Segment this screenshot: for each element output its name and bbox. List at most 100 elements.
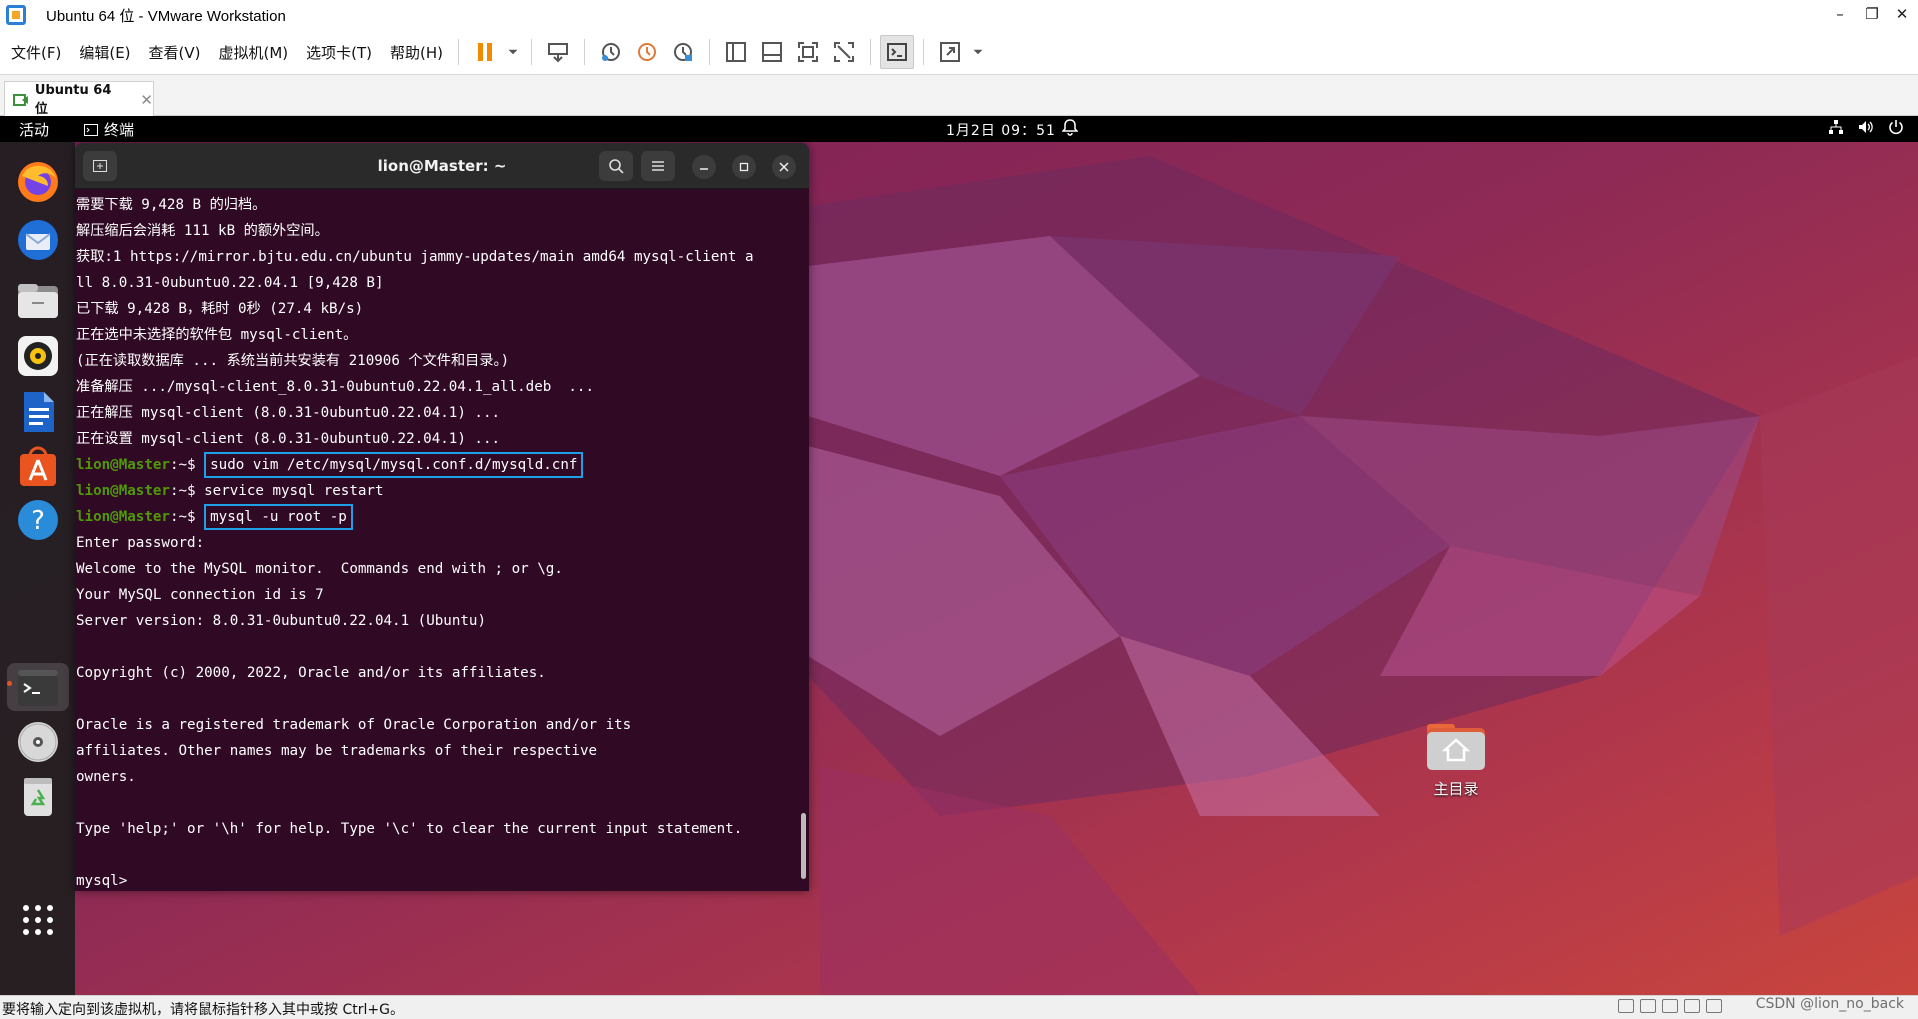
terminal-line: (正在读取数据库 ... 系统当前共安装有 210906 个文件和目录。) (76, 353, 510, 369)
close-icon (779, 162, 789, 172)
network-icon (1829, 120, 1843, 134)
tab-ubuntu[interactable]: Ubuntu 64 位 ✕ (4, 81, 154, 117)
terminal-line: 已下载 9,428 B，耗时 0秒 (27.4 kB/s) (76, 301, 364, 317)
menu-file[interactable]: 文件(F) (4, 42, 68, 63)
watermark: CSDN @lion_no_back (1755, 996, 1904, 1012)
topbar-app-name: 终端 (104, 121, 135, 139)
toolbar-divider (531, 39, 533, 65)
command-line: lion@Master:~$ mysql -u root -p (76, 504, 806, 530)
terminal-line: Oracle is a registered trademark of Orac… (76, 717, 632, 733)
vm-display[interactable]: 活动 终端 1月2日 09：51 ? lion@Master: ~ 需要下载 9… (0, 116, 1918, 995)
sound-card-icon[interactable] (1706, 999, 1722, 1013)
terminal-output[interactable]: 需要下载 9,428 B 的归档。 解压缩后会消耗 111 kB 的额外空间。 … (76, 190, 806, 890)
terminal-line: ll 8.0.31-0ubuntu0.22.04.1 [9,428 B] (76, 275, 384, 291)
vmware-app-icon (6, 5, 26, 25)
hard-disk-icon[interactable] (1618, 999, 1634, 1013)
terminal-line: Copyright (c) 2000, 2022, Oracle and/or … (76, 665, 546, 681)
console-view-icon[interactable] (880, 35, 915, 69)
thunderbird-icon[interactable] (12, 214, 64, 266)
help-icon[interactable]: ? (12, 494, 64, 546)
terminal-header[interactable]: lion@Master: ~ (75, 143, 809, 189)
trash-icon[interactable] (12, 770, 64, 822)
unity-icon[interactable] (827, 35, 861, 69)
clock[interactable]: 1月2日 09：51 (946, 120, 1056, 140)
firefox-icon[interactable] (12, 156, 64, 208)
terminal-line: 准备解压 .../mysql-client_8.0.31-0ubuntu0.22… (76, 379, 594, 395)
menu-edit[interactable]: 编辑(E) (72, 42, 137, 63)
toolbar-divider (870, 39, 872, 65)
svg-text:?: ? (31, 506, 45, 536)
command-line: lion@Master:~$ service mysql restart (76, 478, 806, 504)
terminal-app-icon (84, 123, 98, 136)
terminal-icon[interactable] (12, 662, 64, 714)
terminal-close-button[interactable] (772, 155, 796, 179)
restore-button[interactable]: ❐ (1858, 2, 1886, 26)
terminal-minimize-button[interactable] (692, 155, 716, 179)
network-adapter-icon[interactable] (1662, 999, 1678, 1013)
tab-strip: Ubuntu 64 位 ✕ (0, 74, 1918, 117)
terminal-line: 正在解压 mysql-client (8.0.31-0ubuntu0.22.04… (76, 405, 501, 421)
minimize-button[interactable]: – (1826, 2, 1854, 26)
status-hint: 要将输入定向到该虚拟机，请将鼠标指针移入其中或按 Ctrl+G。 (2, 1002, 404, 1018)
command: service mysql restart (204, 483, 384, 499)
highlighted-command: mysql -u root -p (204, 504, 353, 530)
thumbnail-view-icon[interactable] (755, 35, 789, 69)
activities-button[interactable]: 活动 (19, 119, 49, 140)
menu-tabs[interactable]: 选项卡(T) (299, 42, 379, 63)
stretch-dropdown-icon[interactable] (969, 35, 987, 69)
volume-icon (1859, 121, 1873, 133)
pause-dropdown-icon[interactable] (504, 35, 522, 69)
command-line: lion@Master:~$ sudo vim /etc/mysql/mysql… (76, 452, 806, 478)
prompt-user: lion@Master (76, 483, 170, 499)
files-icon[interactable] (12, 274, 64, 326)
usb-icon[interactable] (1684, 999, 1700, 1013)
terminal-line: Welcome to the MySQL monitor. Commands e… (76, 561, 563, 577)
app-center-icon[interactable] (12, 440, 64, 492)
window-title: Ubuntu 64 位 - VMware Workstation (46, 7, 286, 25)
hamburger-menu-button[interactable] (641, 151, 675, 181)
system-tray[interactable] (1828, 119, 1904, 135)
toolbar-divider (923, 39, 925, 65)
terminal-window[interactable]: lion@Master: ~ 需要下载 9,428 B 的归档。 解压缩后会消耗… (75, 143, 809, 891)
fullscreen-icon[interactable] (791, 35, 825, 69)
revert-snapshot-icon[interactable] (630, 35, 664, 69)
home-folder-icon[interactable] (1425, 722, 1487, 772)
dvd-icon[interactable] (12, 716, 64, 768)
menu-help[interactable]: 帮助(H) (383, 42, 450, 63)
cd-drive-icon[interactable] (1640, 999, 1656, 1013)
maximize-icon (739, 162, 749, 172)
notification-bell-icon[interactable] (1062, 118, 1078, 136)
snapshot-icon[interactable] (594, 35, 628, 69)
tab-close-icon[interactable]: ✕ (140, 91, 153, 109)
search-icon (609, 159, 624, 174)
snapshot-manager-icon[interactable] (666, 35, 700, 69)
libreoffice-writer-icon[interactable] (12, 386, 64, 438)
pause-icon[interactable] (468, 35, 502, 69)
toolbar-divider (458, 39, 460, 65)
terminal-maximize-button[interactable] (732, 155, 756, 179)
terminal-line: 解压缩后会消耗 111 kB 的额外空间。 (76, 223, 329, 239)
library-view-icon[interactable] (719, 35, 753, 69)
show-apps-icon[interactable] (12, 894, 64, 946)
prompt-user: lion@Master (76, 457, 170, 473)
terminal-line: 正在设置 mysql-client (8.0.31-0ubuntu0.22.04… (76, 431, 501, 447)
mysql-prompt[interactable]: mysql> (76, 868, 806, 891)
terminal-line: Type 'help;' or '\h' for help. Type '\c'… (76, 821, 743, 837)
close-button[interactable]: ✕ (1888, 2, 1916, 26)
terminal-line: 正在选中未选择的软件包 mysql-client。 (76, 327, 358, 343)
send-ctrl-alt-del-icon[interactable] (541, 35, 575, 69)
prompt-user: lion@Master (76, 509, 170, 525)
vm-tab-icon (13, 93, 28, 106)
topbar-app-menu[interactable]: 终端 (84, 119, 134, 140)
menu-view[interactable]: 查看(V) (142, 42, 208, 63)
home-folder-label[interactable]: 主目录 (1400, 778, 1512, 799)
highlighted-command: sudo vim /etc/mysql/mysql.conf.d/mysqld.… (204, 452, 584, 478)
menu-vm[interactable]: 虚拟机(M) (212, 42, 296, 63)
toolbar-divider (584, 39, 586, 65)
terminal-scrollbar[interactable] (801, 813, 806, 879)
rhythmbox-icon[interactable] (12, 330, 64, 382)
stretch-icon[interactable] (933, 35, 967, 69)
device-status-icons[interactable] (1618, 999, 1722, 1013)
terminal-line: 需要下载 9,428 B 的归档。 (76, 197, 267, 213)
search-button[interactable] (599, 151, 633, 181)
